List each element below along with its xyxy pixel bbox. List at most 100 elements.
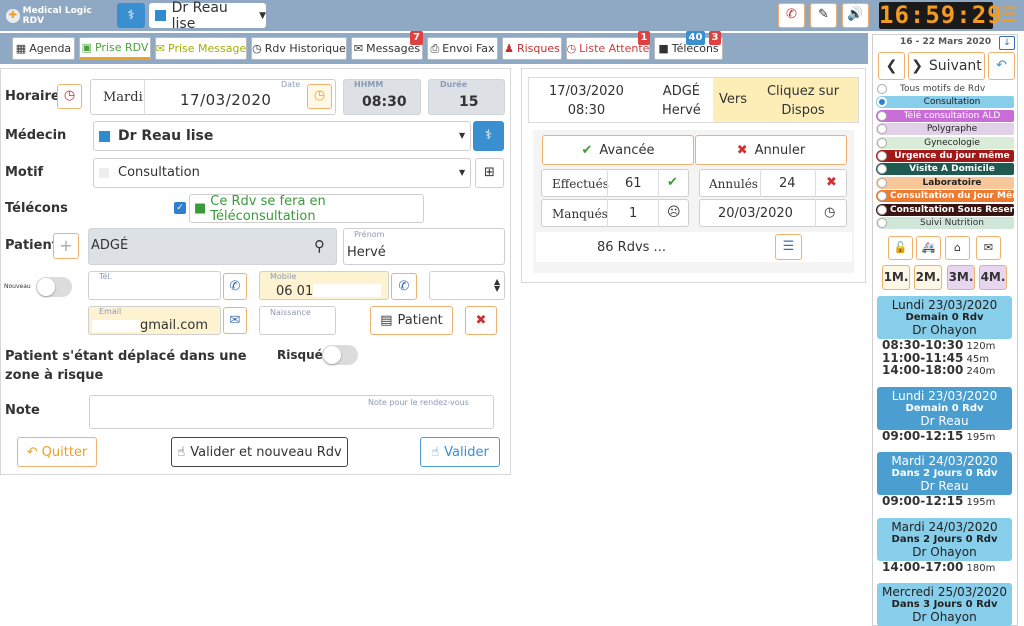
previous-button[interactable]: ❮	[878, 52, 905, 80]
risque-toggle[interactable]	[322, 345, 358, 365]
valider-button[interactable]: ☝ Valider	[420, 437, 500, 467]
email-send-button[interactable]: ✉	[223, 307, 247, 334]
month-2-button[interactable]: 2M.	[914, 265, 942, 290]
back-button[interactable]: ↶	[988, 52, 1015, 80]
rdvs-row	[536, 232, 852, 262]
time-slot[interactable]: 14:00-17:00 180m	[882, 560, 995, 574]
tel-call-button[interactable]: ✆	[223, 273, 247, 300]
home-icon: ⌂	[954, 241, 961, 254]
motif-label: Urgence du jour même	[894, 151, 1010, 161]
telecons-checkbox[interactable]: ✓	[174, 202, 186, 214]
message-button[interactable]: ✉	[976, 236, 1001, 260]
tab-rdv-historique[interactable]: ◷ Rdv Historique	[251, 37, 347, 60]
chevron-down-icon: ▼	[459, 131, 466, 140]
telecons-toggle[interactable]: ■ Ce Rdv se fera en Téléconsultation	[189, 194, 424, 224]
rdvs-list-button[interactable]: ☰	[775, 234, 802, 260]
medical-kit-button[interactable]: ⊞	[475, 158, 504, 188]
toggle-knob	[37, 278, 55, 296]
month-3-button[interactable]: 3M.	[947, 265, 975, 290]
mobile-call-button[interactable]: ✆	[391, 273, 417, 300]
add-patient-button[interactable]: +	[53, 233, 79, 259]
quitter-button[interactable]: ↶ Quitter	[17, 437, 97, 467]
mobile-redacted	[313, 284, 381, 297]
suivant-button[interactable]: ❯ Suivant	[908, 52, 985, 80]
patient-clear-button[interactable]: ✖	[465, 306, 497, 335]
phone-icon: ✆	[229, 279, 241, 294]
chevron-down-icon: ▼	[259, 10, 266, 21]
doctor-select[interactable]: Dr Reau lise ▼	[149, 0, 266, 32]
slot-range: 09:00-12:15	[882, 494, 964, 508]
sound-button[interactable]: 🔊	[842, 3, 869, 28]
motif-item[interactable]: Gynecologie	[876, 136, 1014, 149]
chevron-left-icon: ❮	[885, 58, 898, 74]
edit-button[interactable]: ✎	[810, 3, 837, 28]
slot-duration: 195m	[963, 431, 996, 443]
slot-duration: 195m	[963, 497, 996, 508]
medecin-color-swatch	[99, 131, 110, 142]
time-slot[interactable]: 09:00-12:15 195m	[882, 494, 995, 508]
month-1-button[interactable]: 1M.	[882, 265, 910, 290]
search-icon[interactable]: ⚲	[302, 228, 337, 265]
motif-color-swatch	[99, 168, 109, 178]
motif-item[interactable]: Consultation du Jour Même	[876, 190, 1014, 203]
time-slot[interactable]: 14:00-18:00 240m	[882, 363, 995, 377]
motif-item[interactable]: Tous motifs de Rdv	[876, 83, 1014, 95]
motif-item[interactable]: Polygraphe	[876, 123, 1014, 136]
doctor-icon-button[interactable]: ⚕	[117, 3, 145, 28]
motif-label: Télé consultation ALD	[903, 110, 1001, 121]
nouveau-label: Nouveau	[4, 283, 31, 290]
motif-label: Visite A Domicile	[909, 164, 995, 175]
time-slot[interactable]: 09:00-12:15 195m	[882, 429, 995, 443]
tab-risques[interactable]: ♟ Risques	[502, 37, 562, 60]
motif-item[interactable]: Urgence du jour même	[876, 150, 1014, 162]
email-redacted	[92, 320, 140, 332]
motif-label: Consultation Sous Reserve	[890, 204, 1014, 215]
ambulance-button[interactable]: 🚑	[916, 236, 941, 260]
phone-icon: ✆	[786, 7, 797, 22]
month-4-button[interactable]: 4M.	[979, 265, 1007, 290]
medical-kit-icon: ⊞	[484, 165, 495, 180]
availability-card[interactable]: Lundi 23/03/2020 Demain 0 Rdv Dr Ohayon	[877, 296, 1012, 339]
undo-icon: ↶	[996, 58, 1007, 73]
availability-card[interactable]: Mercredi 25/03/2020 Dans 3 Jours 0 Rdv Dr …	[877, 583, 1012, 626]
motif-item[interactable]: Télé consultation ALD	[876, 109, 1014, 122]
nouveau-toggle[interactable]	[36, 277, 72, 297]
tab-prise-message[interactable]: ✉ Prise Message	[155, 37, 247, 60]
annuler-button[interactable]: ✖ Annuler	[695, 135, 847, 165]
tab-prise-rdv[interactable]: ▣ Prise RDV	[79, 37, 151, 60]
speaker-icon: 🔊	[847, 7, 864, 22]
patient-save-button[interactable]: ▤ Patient	[370, 306, 453, 335]
motif-item[interactable]: Consultation Sous Reserve	[876, 203, 1014, 216]
unlock-button[interactable]: 🔓	[888, 236, 913, 260]
risk-label: Patient s'étant déplacé dans une zone à …	[5, 349, 247, 383]
tab-label: Rdv Historique	[264, 42, 346, 55]
date-picker-button[interactable]: ◷	[307, 84, 332, 109]
availability-card[interactable]: Mardi 24/03/2020 Dans 2 Jours 0 Rdv Dr Rea…	[877, 452, 1012, 495]
card-doctor: Dr Ohayon	[912, 323, 977, 337]
medecin-info-button[interactable]: ⚕	[473, 121, 504, 151]
motif-item[interactable]: Suivi Nutrition	[876, 217, 1014, 229]
availability-card[interactable]: Mardi 24/03/2020 Dans 2 Jours 0 Rdv Dr Oha…	[877, 517, 1012, 561]
motif-item[interactable]: Visite A Domicile	[876, 163, 1014, 176]
motif-item[interactable]: Laboratoire	[876, 176, 1014, 189]
motif-item[interactable]: Consultation	[876, 96, 1014, 109]
menu-icon[interactable]: ☰	[1000, 4, 1020, 26]
chevron-down-icon: ▼	[459, 168, 466, 177]
slot-duration: 180m	[963, 562, 996, 574]
valider-nouveau-button[interactable]: ☝ Valider et nouveau Rdv	[171, 437, 348, 467]
email-value: gmail.com	[140, 318, 209, 333]
logo-icon: ✚	[6, 9, 20, 23]
time-value: 08:30	[362, 94, 407, 110]
radio-icon	[877, 164, 887, 175]
summary-prenom: Hervé	[662, 103, 701, 118]
tab-agenda[interactable]: ▦ Agenda	[12, 37, 75, 60]
arrow-down-icon[interactable]: ↓	[999, 36, 1015, 50]
week-label: 16 - 22 Mars 2020	[900, 37, 992, 47]
slot-range: 14:00-18:00	[882, 363, 964, 377]
phone-button[interactable]: ✆	[778, 3, 805, 28]
tab-envoi-fax[interactable]: ⎙ Envoi Fax	[427, 37, 498, 60]
avancee-button[interactable]: ✔ Avancée	[542, 135, 694, 165]
clock-red-button[interactable]: ◷	[57, 84, 82, 109]
availability-card[interactable]: Lundi 23/03/2020 Demain 0 Rdv Dr Reau	[877, 386, 1012, 430]
home-button[interactable]: ⌂	[945, 236, 970, 260]
